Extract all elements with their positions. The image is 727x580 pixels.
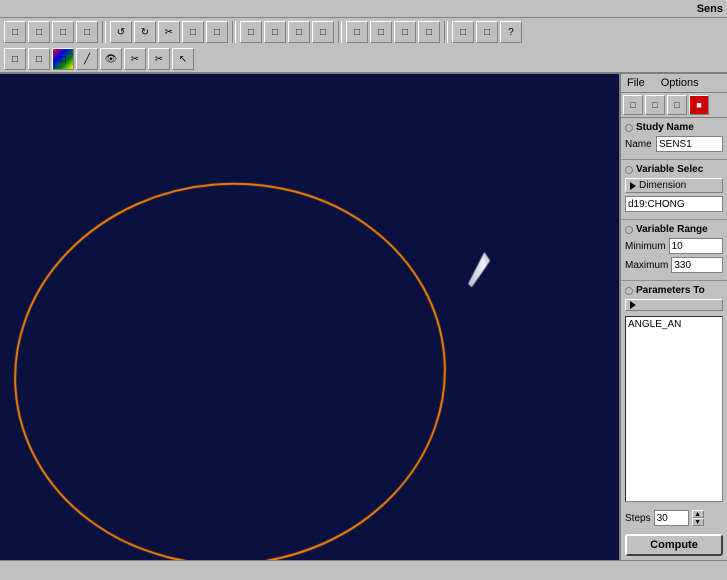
dimension-arrow-icon bbox=[630, 182, 636, 190]
view3-button[interactable]: □ bbox=[394, 21, 416, 43]
variable-selection-header: Variable Selec bbox=[625, 164, 723, 175]
tool1-button[interactable]: □ bbox=[452, 21, 474, 43]
scissors-button[interactable]: ✂ bbox=[124, 48, 146, 70]
maximum-field-row: Maximum bbox=[625, 257, 723, 273]
pan-button[interactable]: □ bbox=[288, 21, 310, 43]
print-button[interactable]: □ bbox=[76, 21, 98, 43]
steps-down-button[interactable]: ▼ bbox=[692, 518, 704, 526]
view2-button[interactable]: □ bbox=[370, 21, 392, 43]
undo-button[interactable]: ↺ bbox=[110, 21, 132, 43]
pointer-button[interactable]: ↖ bbox=[172, 48, 194, 70]
steps-input[interactable] bbox=[654, 510, 689, 526]
panel-menubar: File Options bbox=[621, 74, 727, 93]
parameters-to-dot bbox=[625, 287, 633, 295]
help-button[interactable]: ? bbox=[500, 21, 522, 43]
canvas-area[interactable] bbox=[0, 74, 619, 560]
parameters-to-label: Parameters To bbox=[636, 285, 705, 296]
variable-input[interactable] bbox=[625, 196, 723, 212]
name-label: Name bbox=[625, 139, 653, 150]
toolbar-sep-4 bbox=[444, 21, 448, 43]
maximum-label: Maximum bbox=[625, 260, 668, 271]
panel-extra-icon[interactable]: ■ bbox=[689, 95, 709, 115]
steps-up-button[interactable]: ▲ bbox=[692, 510, 704, 518]
title-bar: Sens bbox=[0, 0, 727, 18]
toolbar-sep-3 bbox=[338, 21, 342, 43]
eye-button[interactable]: 👁 bbox=[100, 48, 122, 70]
view1-button[interactable]: □ bbox=[346, 21, 368, 43]
variable-selection-section: Variable Selec Dimension bbox=[621, 160, 727, 220]
toolbar-sep-2 bbox=[232, 21, 236, 43]
panel-open-icon[interactable]: □ bbox=[645, 95, 665, 115]
study-name-label: Study Name bbox=[636, 122, 694, 133]
maximum-input[interactable] bbox=[671, 257, 723, 273]
rotate-button[interactable]: □ bbox=[312, 21, 334, 43]
main-canvas bbox=[0, 74, 619, 560]
steps-spinner[interactable]: ▲ ▼ bbox=[692, 510, 704, 526]
save-button[interactable]: □ bbox=[52, 21, 74, 43]
content-area: File Options □ □ □ ■ Study Name Name bbox=[0, 74, 727, 560]
variable-range-section: Variable Range Minimum Maximum bbox=[621, 220, 727, 281]
color-button[interactable]: □ bbox=[52, 48, 74, 70]
file-menu[interactable]: File bbox=[623, 76, 649, 90]
variable-range-dot bbox=[625, 226, 633, 234]
study-name-dot bbox=[625, 124, 633, 132]
app-title: Sens bbox=[697, 3, 723, 15]
minimum-label: Minimum bbox=[625, 241, 666, 252]
parameters-to-header: Parameters To bbox=[625, 285, 723, 296]
variable-range-label: Variable Range bbox=[636, 224, 708, 235]
steps-row: Steps ▲ ▼ bbox=[621, 506, 727, 530]
params-select-button[interactable] bbox=[625, 299, 723, 311]
toolbar-row-1: □ □ □ □ ↺ ↻ ✂ □ □ □ □ □ □ □ □ □ □ □ □ ? bbox=[0, 18, 727, 46]
minimum-input[interactable] bbox=[669, 238, 723, 254]
name-field-row: Name bbox=[625, 136, 723, 152]
variable-selection-label: Variable Selec bbox=[636, 164, 703, 175]
study-name-section: Study Name Name bbox=[621, 118, 727, 160]
toolbar-row-2: □ □ □ ╱ 👁 ✂ ✂ ↖ bbox=[0, 46, 727, 72]
steps-label: Steps bbox=[625, 513, 651, 524]
view4-button[interactable]: □ bbox=[418, 21, 440, 43]
options-menu[interactable]: Options bbox=[657, 76, 703, 90]
line-button[interactable]: ╱ bbox=[76, 48, 98, 70]
zoom-button[interactable]: □ bbox=[240, 21, 262, 43]
tool2-button[interactable]: □ bbox=[476, 21, 498, 43]
name-input[interactable] bbox=[656, 136, 723, 152]
compute-button[interactable]: Compute bbox=[625, 534, 723, 556]
select-button[interactable]: □ bbox=[4, 48, 26, 70]
new-button[interactable]: □ bbox=[4, 21, 26, 43]
param-item: ANGLE_AN bbox=[626, 317, 722, 332]
dimension-button[interactable]: Dimension bbox=[625, 178, 723, 193]
toolbar-sep-1 bbox=[102, 21, 106, 43]
study-name-header: Study Name bbox=[625, 122, 723, 133]
minimum-field-row: Minimum bbox=[625, 238, 723, 254]
right-panel: File Options □ □ □ ■ Study Name Name bbox=[619, 74, 727, 560]
panel-new-icon[interactable]: □ bbox=[623, 95, 643, 115]
variable-range-header: Variable Range bbox=[625, 224, 723, 235]
copy-button[interactable]: □ bbox=[182, 21, 204, 43]
fit-button[interactable]: □ bbox=[264, 21, 286, 43]
open-button[interactable]: □ bbox=[28, 21, 50, 43]
params-list[interactable]: ANGLE_AN bbox=[625, 316, 723, 502]
params-arrow-icon bbox=[630, 301, 636, 309]
panel-save-icon[interactable]: □ bbox=[667, 95, 687, 115]
cut-button[interactable]: ✂ bbox=[158, 21, 180, 43]
scissors2-button[interactable]: ✂ bbox=[148, 48, 170, 70]
draw-button[interactable]: □ bbox=[28, 48, 50, 70]
redo-button[interactable]: ↻ bbox=[134, 21, 156, 43]
toolbar-area: □ □ □ □ ↺ ↻ ✂ □ □ □ □ □ □ □ □ □ □ □ □ ? … bbox=[0, 18, 727, 74]
paste-button[interactable]: □ bbox=[206, 21, 228, 43]
status-bar bbox=[0, 560, 727, 580]
dimension-label: Dimension bbox=[639, 180, 686, 191]
variable-selection-dot bbox=[625, 166, 633, 174]
panel-toolbar: □ □ □ ■ bbox=[621, 93, 727, 118]
parameters-to-section: Parameters To ANGLE_AN bbox=[621, 281, 727, 506]
